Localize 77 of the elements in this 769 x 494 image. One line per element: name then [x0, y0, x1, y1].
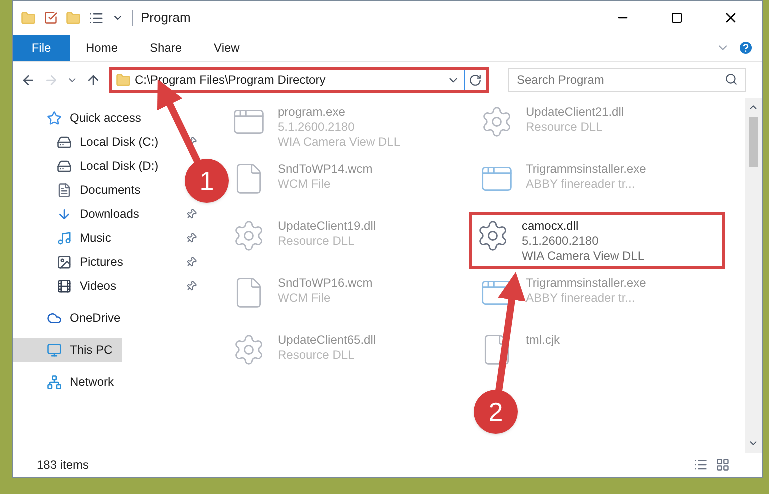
sidebar-label: Quick access	[70, 110, 142, 127]
sidebar-label: Videos	[80, 278, 116, 295]
sidebar-label: Network	[70, 374, 114, 391]
monitor-icon	[47, 342, 62, 358]
file-name: Trigrammsinstaller.exe	[526, 276, 646, 291]
address-field[interactable]: C:\Program Files\Program Directory	[109, 67, 489, 93]
up-icon[interactable]	[86, 72, 101, 88]
ribbon-tab[interactable]: File	[13, 35, 70, 61]
music-note-icon	[57, 230, 72, 246]
sidebar-item[interactable]: OneDrive	[47, 306, 121, 330]
file-detail: ABBY finereader tr...	[526, 177, 636, 192]
search-field[interactable]: Search Program	[508, 68, 746, 92]
cloud-icon	[47, 310, 62, 326]
search-icon[interactable]	[725, 73, 738, 86]
ribbon-tab[interactable]: Home	[70, 35, 134, 61]
file-name: UpdateClient19.dll	[278, 219, 376, 234]
sidebar-item[interactable]: Network	[47, 370, 114, 394]
file-item[interactable]: camocx.dll 5.1.2600.2180 WIA Camera View DLL	[469, 212, 725, 269]
properties-icon[interactable]	[44, 11, 58, 25]
file-detail: Resource DLL	[278, 234, 356, 249]
file-detail: ABBY finereader tr...	[526, 291, 636, 306]
list-icon[interactable]	[89, 10, 104, 26]
sidebar-label: Local Disk (C:)	[80, 134, 159, 151]
file-name: program.exe	[278, 105, 346, 120]
file-detail: Resource DLL	[526, 120, 604, 135]
window-title: Program	[141, 9, 191, 28]
download-icon	[57, 206, 72, 222]
help-icon[interactable]	[738, 40, 754, 56]
sidebar-label: Pictures	[80, 254, 124, 271]
sidebar-item[interactable]: Videos	[57, 274, 116, 298]
details-view-icon[interactable]	[694, 458, 708, 472]
sidebar-item[interactable]: Downloads	[57, 202, 140, 226]
refresh-icon[interactable]	[469, 74, 482, 86]
file-detail: 5.1.2600.2180	[522, 234, 600, 249]
scrollbar-thumb[interactable]	[749, 117, 758, 167]
network-icon	[47, 374, 62, 390]
scrollbar[interactable]	[745, 98, 762, 453]
film-icon	[57, 278, 72, 294]
ribbon-tab[interactable]: View	[198, 35, 256, 61]
sidebar-item[interactable]: Documents	[57, 178, 141, 202]
sidebar-label: This PC	[70, 342, 113, 359]
folder-icon	[116, 72, 131, 88]
file-detail: WCM File	[278, 177, 332, 192]
tiles-view-icon[interactable]	[716, 458, 730, 472]
file-detail: WCM File	[278, 291, 332, 306]
file-name: tml.cjk	[526, 333, 560, 348]
star-icon	[47, 110, 62, 126]
item-count: 183 items	[37, 457, 90, 474]
drive-icon	[57, 134, 72, 150]
maximize-icon	[671, 12, 683, 24]
sidebar-item[interactable]: Local Disk (C:)	[57, 130, 159, 154]
sidebar-label: Music	[80, 230, 112, 247]
sidebar-label: Documents	[80, 182, 141, 199]
file-detail: Resource DLL	[278, 348, 356, 363]
file-name: UpdateClient21.dll	[526, 105, 624, 120]
ribbon-tab[interactable]: Share	[134, 35, 198, 61]
sidebar-item[interactable]: Local Disk (D:)	[57, 154, 159, 178]
file-detail: 5.1.2600.2180	[278, 120, 356, 135]
picture-icon	[57, 254, 72, 270]
file-detail: WIA Camera View DLL	[522, 249, 644, 264]
sidebar-item[interactable]: This PC	[13, 338, 122, 362]
sidebar-label: OneDrive	[70, 310, 121, 327]
sidebar-label: Downloads	[80, 206, 140, 223]
file-name: Trigrammsinstaller.exe	[526, 162, 646, 177]
sidebar-label: Local Disk (D:)	[80, 158, 159, 175]
back-icon[interactable]	[21, 72, 36, 88]
sidebar-item[interactable]: Music	[57, 226, 112, 250]
file-detail: WIA Camera View DLL	[278, 135, 400, 150]
drive-icon	[57, 158, 72, 174]
sidebar-item[interactable]: Pictures	[57, 250, 124, 274]
file-name: SndToWP16.wcm	[278, 276, 373, 291]
file-name: SndToWP14.wcm	[278, 162, 373, 177]
sidebar-item[interactable]: Quick access	[47, 106, 142, 130]
file-name: camocx.dll	[522, 219, 580, 234]
document-icon	[57, 182, 72, 198]
file-name: UpdateClient65.dll	[278, 333, 376, 348]
address-path: C:\Program Files\Program Directory	[135, 72, 327, 89]
